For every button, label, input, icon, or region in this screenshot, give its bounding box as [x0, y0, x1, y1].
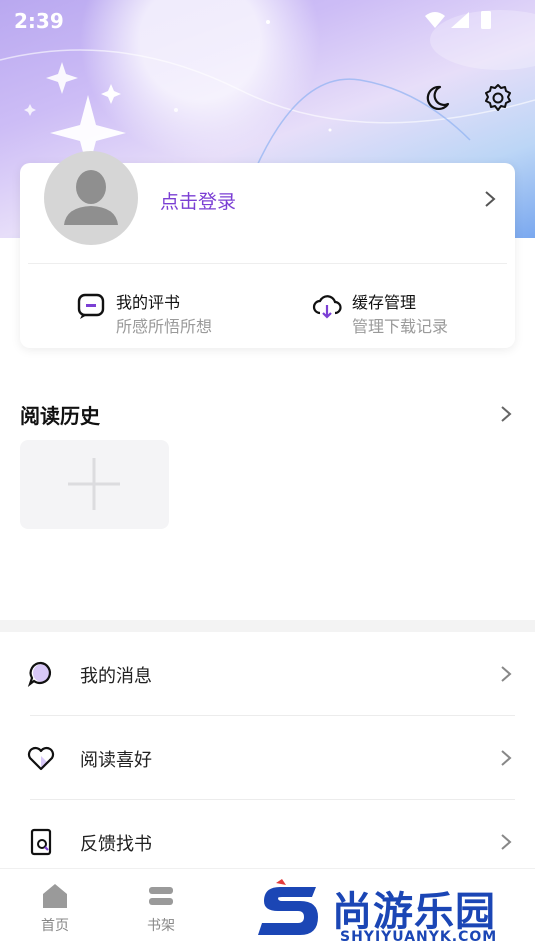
menu-item-messages[interactable]: 我的消息: [0, 632, 535, 716]
tab-label: 书架: [147, 918, 175, 934]
status-time: 2:39: [14, 9, 64, 33]
profile-card: 点击登录 我的评书 所感所悟所想 缓存管理 管理下载记录: [20, 151, 515, 348]
plus-icon: [68, 458, 120, 510]
my-reviews-button[interactable]: 我的评书 所感所悟所想: [76, 283, 266, 336]
reading-history-title: 阅读历史: [20, 404, 100, 428]
chevron-right-icon[interactable]: [483, 189, 497, 209]
menu-label: 反馈找书: [80, 834, 152, 855]
divider: [28, 263, 507, 264]
message-bubble-icon: [27, 661, 51, 687]
wifi-icon: [425, 12, 445, 28]
cache-manage-subtitle: 管理下载记录: [352, 317, 449, 336]
settings-gear-icon[interactable]: [482, 82, 514, 114]
my-reviews-title: 我的评书: [116, 293, 181, 312]
book-search-icon: [30, 828, 52, 856]
avatar[interactable]: [44, 151, 138, 245]
section-separator: [0, 620, 535, 632]
night-mode-icon[interactable]: [420, 82, 452, 114]
home-icon: [43, 884, 67, 908]
bookshelf-icon: [149, 887, 173, 905]
menu-label: 阅读喜好: [80, 750, 152, 771]
menu-item-reading-preferences[interactable]: 阅读喜好: [0, 716, 535, 800]
login-link[interactable]: 点击登录: [160, 187, 236, 214]
review-bubble-icon: [77, 293, 105, 319]
my-reviews-subtitle: 所感所悟所想: [116, 317, 213, 336]
tab-bookshelf[interactable]: 书架: [131, 881, 191, 941]
site-watermark: 尚游乐园 SHYIYUANYK.COM: [250, 875, 535, 948]
watermark-url: SHYIYUANYK.COM: [340, 929, 498, 945]
cache-manage-button[interactable]: 缓存管理 管理下载记录: [312, 283, 502, 336]
chevron-right-icon: [501, 750, 512, 766]
menu-label: 我的消息: [80, 666, 152, 687]
tab-label: 首页: [41, 918, 69, 934]
default-avatar-icon: [64, 170, 118, 225]
heart-icon: [27, 746, 55, 771]
signal-icon: [451, 12, 469, 28]
chevron-right-icon: [501, 834, 512, 850]
chevron-right-icon: [501, 666, 512, 682]
tab-home[interactable]: 首页: [25, 881, 85, 941]
watermark-logo-icon: [258, 879, 318, 935]
status-bar: 2:39: [0, 0, 535, 40]
add-history-button[interactable]: [20, 440, 169, 529]
chevron-right-icon[interactable]: [499, 404, 513, 424]
cache-manage-title: 缓存管理: [352, 293, 417, 312]
battery-icon: [481, 11, 491, 29]
cloud-download-icon: [312, 295, 342, 319]
status-icons: [425, 11, 491, 29]
